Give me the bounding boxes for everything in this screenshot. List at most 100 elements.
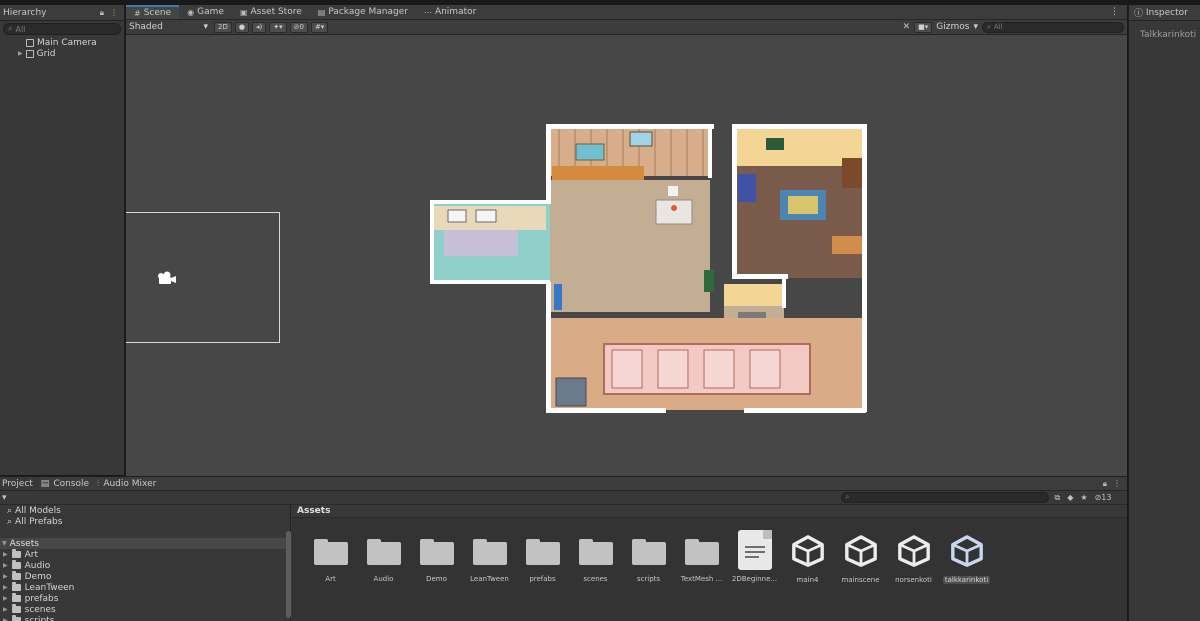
- scene-kebab-icon[interactable]: ⋮: [1110, 5, 1127, 19]
- kebab-menu-icon[interactable]: ⋮: [1113, 479, 1121, 488]
- tree-folder-audio[interactable]: ▶ Audio: [0, 560, 290, 571]
- favorite-star-icon[interactable]: ★: [1080, 493, 1087, 502]
- collapse-arrow-icon[interactable]: ▶: [18, 50, 23, 57]
- folder-icon: [11, 549, 21, 558]
- asset-folder-audio[interactable]: Audio: [357, 533, 410, 584]
- asset-folder-leantween[interactable]: LeanTween: [463, 533, 516, 584]
- tab-label: Package Manager: [328, 7, 408, 17]
- scene-toolbar: Shaded ▾ 2D ● ◂) ✦▾ ⊘ 0 #▾ ✕ ■▾ Gizmos ▾…: [126, 20, 1127, 35]
- scene-viewport[interactable]: [126, 36, 1127, 475]
- tree-folder-demo[interactable]: ▶ Demo: [0, 571, 290, 582]
- tree-folder-leantween[interactable]: ▶ LeanTween: [0, 582, 290, 593]
- lock-icon[interactable]: 🔒︎: [1103, 479, 1107, 489]
- kebab-menu-icon[interactable]: ⋮: [110, 8, 118, 18]
- search-icon: ⌕: [7, 505, 13, 516]
- audio-toggle-icon[interactable]: ◂): [251, 21, 267, 33]
- collapse-arrow-icon[interactable]: ▶: [3, 562, 8, 569]
- favorite-all-prefabs[interactable]: ⌕ All Prefabs: [0, 516, 290, 527]
- asset-document-2dbeginner[interactable]: 2DBeginne...: [728, 530, 781, 584]
- camera-gizmo-icon[interactable]: [156, 271, 178, 285]
- collapse-arrow-icon[interactable]: ▶: [3, 606, 8, 613]
- tilemap-level[interactable]: [428, 122, 868, 414]
- gizmos-dropdown[interactable]: Gizmos ▾: [936, 22, 978, 32]
- hidden-count: 0: [299, 23, 304, 31]
- gameobject-icon: [25, 49, 34, 58]
- asset-label: Art: [325, 575, 336, 583]
- grid-snap-dropdown[interactable]: #▾: [310, 21, 329, 33]
- tab-label: Animator: [434, 7, 477, 17]
- camera-dropdown[interactable]: ■▾: [914, 21, 933, 33]
- annex-sink: [475, 209, 497, 223]
- asset-scene-norsenkoti[interactable]: norsenkoti: [887, 533, 940, 584]
- lighting-toggle-icon[interactable]: ●: [234, 21, 249, 33]
- tab-package-manager[interactable]: ▤ Package Manager: [310, 5, 416, 19]
- favorite-all-models[interactable]: ⌕ All Models: [0, 505, 290, 516]
- tools-icon[interactable]: ✕: [903, 22, 911, 32]
- tab-console[interactable]: ▤ Console: [39, 477, 95, 490]
- filter-label-icon[interactable]: ◆: [1067, 493, 1073, 502]
- inspector-tab[interactable]: ⓘ Inspector: [1129, 5, 1200, 21]
- info-icon: ⓘ: [1134, 9, 1146, 19]
- assets-root-row[interactable]: ▼ Assets: [0, 538, 290, 549]
- filter-type-icon[interactable]: ⧉: [1055, 493, 1061, 503]
- hierarchy-item-grid[interactable]: ▶ Grid: [0, 48, 124, 59]
- asset-folder-demo[interactable]: Demo: [410, 533, 463, 584]
- hierarchy-search-input[interactable]: ⌕ All: [3, 23, 121, 35]
- asset-folder-prefabs[interactable]: prefabs: [516, 533, 569, 584]
- lamp: [554, 284, 562, 310]
- inspector-object-name: Talkkarinkoti: [1140, 30, 1197, 40]
- annex-wall-top: [432, 200, 552, 204]
- asset-folder-scripts[interactable]: scripts: [622, 533, 675, 584]
- collapse-arrow-icon[interactable]: ▶: [3, 595, 8, 602]
- hierarchy-item-main-camera[interactable]: Main Camera: [0, 37, 124, 48]
- tab-project[interactable]: Project: [0, 477, 39, 490]
- hierarchy-item-label: Grid: [36, 48, 56, 59]
- lock-icon[interactable]: 🔒︎: [100, 8, 104, 18]
- tree-folder-scenes[interactable]: ▶ scenes: [0, 604, 290, 615]
- hierarchy-tab[interactable]: Hierarchy 🔒︎ ⋮: [0, 5, 124, 21]
- tab-label: Project: [2, 478, 33, 489]
- hidden-packages-button[interactable]: ⊘13: [1095, 493, 1112, 502]
- tab-audio-mixer[interactable]: ⫶ Audio Mixer: [95, 477, 162, 490]
- wall-partition: [732, 274, 788, 279]
- tab-scene[interactable]: # Scene: [126, 5, 180, 19]
- tab-animator[interactable]: ⋯ Animator: [416, 5, 484, 19]
- draw-mode-dropdown[interactable]: Shaded ▾: [129, 22, 211, 32]
- tab-asset-store[interactable]: ▣ Asset Store: [232, 5, 310, 19]
- scene-tab-bar: # Scene ◉ Game ▣ Asset Store ▤ Package M…: [126, 5, 1127, 20]
- hierarchy-tab-label: Hierarchy: [3, 7, 47, 18]
- asset-folder-art[interactable]: Art: [304, 533, 357, 584]
- asset-folder-scenes[interactable]: scenes: [569, 533, 622, 584]
- collapse-arrow-icon[interactable]: ▶: [3, 584, 8, 591]
- scene-search-input[interactable]: ⌕ All: [982, 21, 1124, 33]
- collapse-arrow-icon[interactable]: ▶: [3, 617, 8, 621]
- folder-label: scenes: [24, 604, 56, 615]
- wall-bottom-right: [744, 408, 866, 413]
- collapse-arrow-icon[interactable]: ▶: [3, 551, 8, 558]
- search-icon: ⌕: [7, 516, 13, 527]
- tree-scrollbar[interactable]: [286, 531, 291, 618]
- tab-game[interactable]: ◉ Game: [179, 5, 232, 19]
- scene-search-placeholder: All: [993, 23, 1003, 31]
- project-search-input[interactable]: ⌕: [840, 492, 1049, 503]
- asset-folder-textmesh[interactable]: TextMesh ...: [675, 533, 728, 584]
- breadcrumb-label: Assets: [297, 506, 331, 516]
- assets-root-label: Assets: [9, 538, 39, 549]
- tree-folder-prefabs[interactable]: ▶ prefabs: [0, 593, 290, 604]
- tree-folder-scripts[interactable]: ▶ scripts: [0, 615, 290, 621]
- hidden-objects-button[interactable]: ⊘ 0: [289, 21, 308, 33]
- unity-scene-icon: [950, 535, 983, 567]
- breadcrumb[interactable]: Assets: [292, 505, 1127, 518]
- mode-2d-toggle[interactable]: 2D: [214, 21, 232, 33]
- tree-folder-art[interactable]: ▶ Art: [0, 549, 290, 560]
- add-dropdown-icon[interactable]: ▾: [2, 493, 7, 503]
- expand-arrow-icon[interactable]: ▼: [2, 540, 7, 547]
- asset-scene-talkkarinkoti[interactable]: talkkarinkoti: [940, 533, 993, 584]
- asset-scene-mainscene[interactable]: mainscene: [834, 533, 887, 584]
- document-icon: [737, 530, 772, 570]
- collapse-arrow-icon[interactable]: ▶: [3, 573, 8, 580]
- effects-toggle-icon[interactable]: ✦▾: [269, 21, 287, 33]
- draw-mode-value: Shaded: [129, 22, 163, 32]
- asset-label: mainscene: [841, 576, 880, 584]
- asset-scene-main4[interactable]: main4: [781, 533, 834, 584]
